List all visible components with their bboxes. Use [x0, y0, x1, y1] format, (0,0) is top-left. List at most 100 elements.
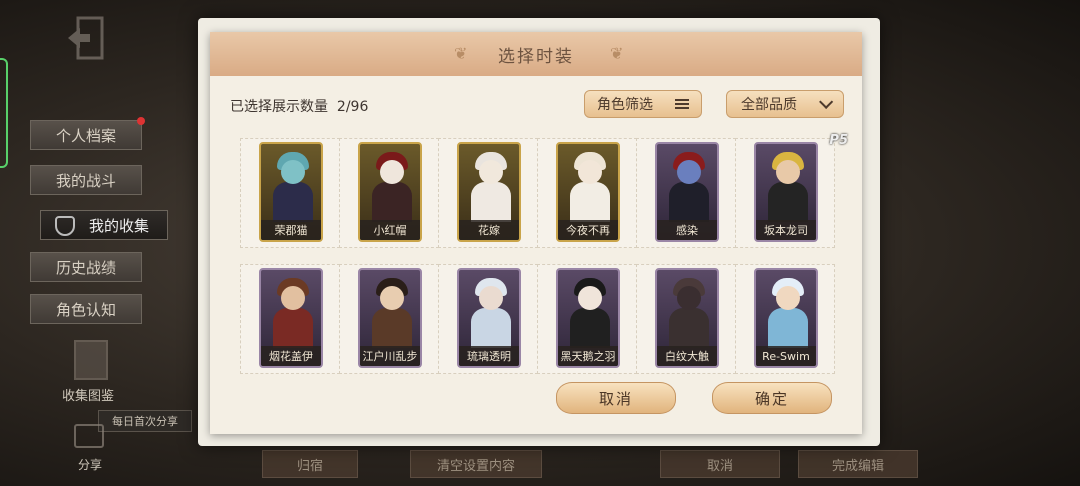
sidebar-item-label: 个人档案 — [55, 126, 116, 145]
character-portrait — [281, 286, 305, 310]
outfit-cell: 感染 — [636, 138, 736, 248]
character-portrait — [578, 286, 602, 310]
dialog-title: 选择时装 — [498, 46, 574, 67]
character-portrait — [776, 160, 800, 184]
sidebar-item-roles[interactable]: 角色认知 — [30, 294, 142, 324]
character-portrait — [380, 286, 404, 310]
confirm-button[interactable]: 确定 — [712, 382, 832, 414]
outfit-cell: 今夜不再 — [537, 138, 637, 248]
outfit-name: 黑天鹅之羽 — [558, 346, 618, 366]
quality-filter-label: 全部品质 — [741, 97, 797, 113]
outfit-card[interactable]: 黑天鹅之羽 — [556, 268, 620, 368]
bottom-button-clear[interactable]: 清空设置内容 — [410, 450, 542, 478]
quality-filter-dropdown[interactable]: 全部品质 — [726, 90, 844, 118]
share-label: 分享 — [78, 458, 103, 472]
outfit-card[interactable]: 琉璃透明 — [457, 268, 521, 368]
outfit-name: 感染 — [657, 220, 717, 240]
p5-badge-icon: P5 — [829, 133, 848, 148]
outfit-name: 今夜不再 — [558, 220, 618, 240]
outfit-card[interactable]: 感染 — [655, 142, 719, 242]
character-portrait — [471, 182, 511, 222]
bottom-button-cancel[interactable]: 取消 — [660, 450, 780, 478]
character-portrait — [677, 160, 701, 184]
sidebar-item-label: 我的战斗 — [55, 171, 116, 190]
character-portrait — [677, 286, 701, 310]
character-portrait — [768, 182, 808, 222]
outfit-cell: 荣郡猫 — [240, 138, 340, 248]
album-label: 收集图鉴 — [62, 389, 115, 404]
sidebar-item-label: 角色认知 — [55, 300, 116, 319]
outfit-grid: 荣郡猫 小红帽 花嫁 今夜不再 感染 P5 坂本龙司烟花盖伊 江户川乱步 琉璃透明 黑天鹅之羽 白纹… — [240, 133, 848, 374]
character-portrait — [669, 182, 709, 222]
outfit-name: 荣郡猫 — [261, 220, 321, 240]
outfit-cell: 琉璃透明 — [438, 264, 538, 374]
outfit-cell: 花嫁 — [438, 138, 538, 248]
leaf-icon: ❦ — [610, 44, 624, 63]
sidebar-item-profile[interactable]: 个人档案 — [30, 117, 145, 150]
outfit-name: 白纹大触 — [657, 346, 717, 366]
share-tooltip: 每日首次分享 — [98, 410, 192, 432]
outfit-card[interactable]: 今夜不再 — [556, 142, 620, 242]
character-portrait — [281, 160, 305, 184]
outfit-card[interactable]: 江户川乱步 — [358, 268, 422, 368]
outfit-cell: 白纹大触 — [636, 264, 736, 374]
outfit-cell: 江户川乱步 — [339, 264, 439, 374]
outfit-name: 烟花盖伊 — [261, 346, 321, 366]
outfit-cell: 小红帽 — [339, 138, 439, 248]
selection-count-label: 已选择展示数量 — [230, 99, 328, 115]
outfit-cell: 烟花盖伊 — [240, 264, 340, 374]
character-portrait — [479, 286, 503, 310]
sidebar-item-history[interactable]: 历史战绩 — [30, 252, 142, 282]
character-portrait — [273, 182, 313, 222]
sidebar-item-label: 历史战绩 — [55, 258, 116, 277]
character-portrait — [380, 160, 404, 184]
side-indicator — [0, 58, 8, 168]
character-portrait — [768, 308, 808, 348]
notification-dot — [137, 117, 145, 125]
character-portrait — [578, 160, 602, 184]
outfit-card[interactable]: 荣郡猫 — [259, 142, 323, 242]
leaf-icon: ❦ — [454, 44, 468, 63]
outfit-card[interactable]: 坂本龙司 — [754, 142, 818, 242]
selection-count-value: 2/96 — [336, 99, 369, 115]
character-portrait — [471, 308, 511, 348]
character-portrait — [479, 160, 503, 184]
character-portrait — [372, 182, 412, 222]
shield-icon — [55, 216, 75, 236]
outfit-cell: 黑天鹅之羽 — [537, 264, 637, 374]
character-portrait — [776, 286, 800, 310]
selection-count: 已选择展示数量 2/96 — [230, 96, 368, 116]
share-icon[interactable] — [74, 424, 104, 448]
outfit-name: 琉璃透明 — [459, 346, 519, 366]
outfit-cell: Re-Swim — [735, 264, 835, 374]
outfit-card[interactable]: Re-Swim — [754, 268, 818, 368]
sidebar-item-label: 我的收集 — [89, 216, 150, 235]
character-portrait — [372, 308, 412, 348]
outfit-name: 小红帽 — [360, 220, 420, 240]
outfit-card[interactable]: 白纹大触 — [655, 268, 719, 368]
outfit-name: 花嫁 — [459, 220, 519, 240]
character-portrait — [570, 308, 610, 348]
dialog-header: ❦ 选择时装 ❦ — [210, 32, 862, 76]
bottom-button-finish[interactable]: 完成编辑 — [798, 450, 918, 478]
character-portrait — [669, 308, 709, 348]
chevron-down-icon — [819, 94, 834, 109]
role-filter-label: 角色筛选 — [597, 97, 653, 113]
sidebar-item-collection[interactable]: 我的收集 — [40, 210, 168, 240]
cancel-button[interactable]: 取消 — [556, 382, 676, 414]
outfit-card[interactable]: 烟花盖伊 — [259, 268, 323, 368]
outfit-name: 坂本龙司 — [756, 220, 816, 240]
character-portrait — [570, 182, 610, 222]
book-icon[interactable] — [74, 340, 108, 380]
outfit-card[interactable]: 小红帽 — [358, 142, 422, 242]
bottom-button-home[interactable]: 归宿 — [262, 450, 358, 478]
outfit-card[interactable]: 花嫁 — [457, 142, 521, 242]
list-icon — [675, 99, 689, 109]
outfit-cell: P5 坂本龙司 — [735, 133, 848, 248]
exit-door-icon[interactable] — [66, 16, 106, 60]
outfit-select-dialog: ❦ 选择时装 ❦ 已选择展示数量 2/96 角色筛选 全部品质 荣郡猫 小红帽 花嫁… — [210, 32, 862, 434]
role-filter-button[interactable]: 角色筛选 — [584, 90, 702, 118]
outfit-name: 江户川乱步 — [360, 346, 420, 366]
outfit-name: Re-Swim — [756, 346, 816, 366]
sidebar-item-battles[interactable]: 我的战斗 — [30, 165, 142, 195]
